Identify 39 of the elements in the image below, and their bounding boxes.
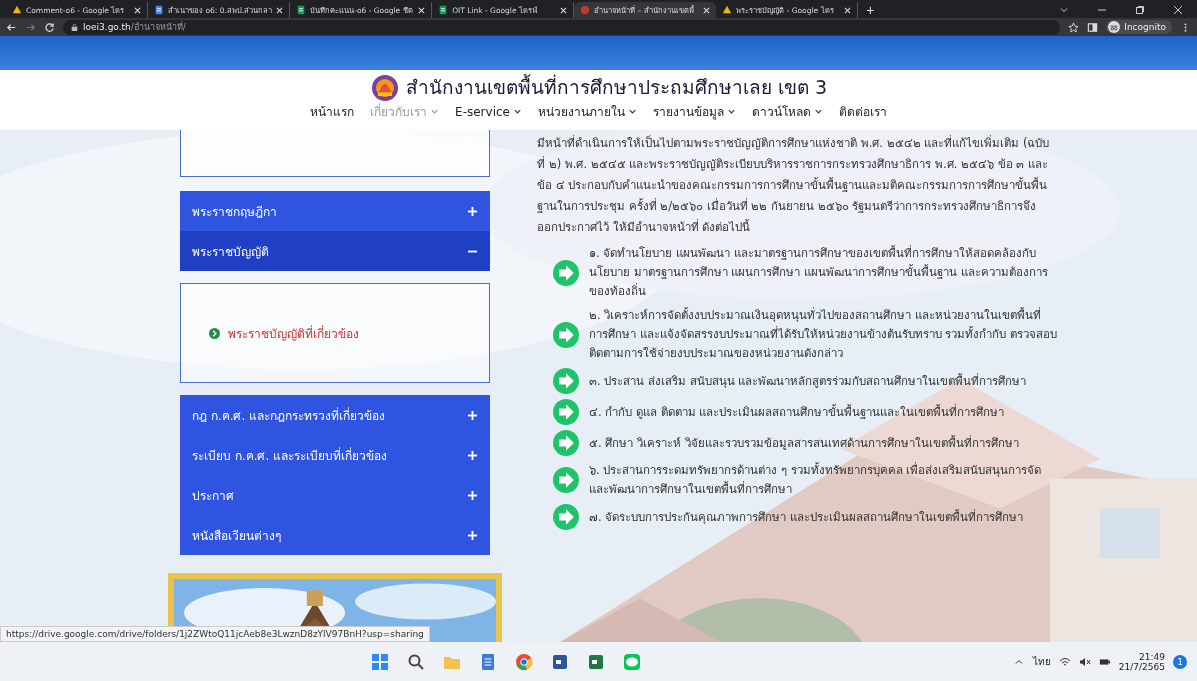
document-icon	[154, 5, 164, 15]
new-tab-button[interactable]: +	[858, 2, 883, 18]
speaker-icon[interactable]	[1078, 656, 1091, 667]
battery-icon[interactable]	[1098, 656, 1111, 667]
nav-link[interactable]: รายงานข้อมูล	[652, 102, 736, 121]
address-bar[interactable]: loei3.go.th/อำนาจหน้าที่/	[63, 19, 1061, 35]
close-icon[interactable]	[276, 6, 284, 14]
nav-link[interactable]: หน้าแรก	[310, 102, 355, 121]
site-title: สำนักงานเขตพื้นที่การศึกษาประถมศึกษาเลย เขต 3	[405, 73, 828, 100]
restore-icon[interactable]	[1135, 5, 1145, 15]
triangle-icon	[722, 5, 733, 15]
clock[interactable]: 21:49 21/7/2565	[1118, 651, 1165, 672]
wifi-icon[interactable]	[1058, 656, 1071, 667]
close-icon[interactable]	[418, 6, 426, 14]
start-icon[interactable]	[370, 651, 391, 672]
close-icon[interactable]	[1173, 5, 1183, 15]
language-indicator[interactable]: ไทย	[1032, 654, 1051, 669]
nav-link[interactable]: ติดต่อเรา	[838, 102, 887, 121]
emblem-logo	[369, 72, 400, 102]
reload-icon[interactable]	[44, 21, 55, 33]
incognito-badge[interactable]: Incognito	[1106, 20, 1172, 34]
nav-link[interactable]: E-service	[455, 102, 522, 121]
chevron-down-icon[interactable]	[1059, 5, 1069, 15]
lock-icon[interactable]	[71, 22, 78, 32]
star-icon[interactable]	[1068, 21, 1080, 33]
incognito-icon	[1108, 21, 1121, 33]
url-text: loei3.go.th/อำนาจหน้าที่/	[83, 20, 186, 34]
side-panel-icon[interactable]	[1087, 21, 1099, 33]
close-icon[interactable]	[560, 6, 568, 14]
triangle-icon	[12, 5, 22, 15]
close-icon[interactable]	[134, 6, 141, 14]
close-icon[interactable]	[844, 6, 852, 14]
browser-icon[interactable]	[514, 651, 535, 672]
nav-link[interactable]: ดาวน์โหลด	[751, 102, 823, 121]
spreadsheet-icon	[438, 5, 449, 15]
spreadsheet-icon	[296, 5, 307, 15]
close-icon[interactable]	[703, 6, 711, 14]
nav-link[interactable]: หน่วยงานภายใน	[537, 102, 637, 121]
notification-badge[interactable]: 1	[1173, 654, 1187, 669]
